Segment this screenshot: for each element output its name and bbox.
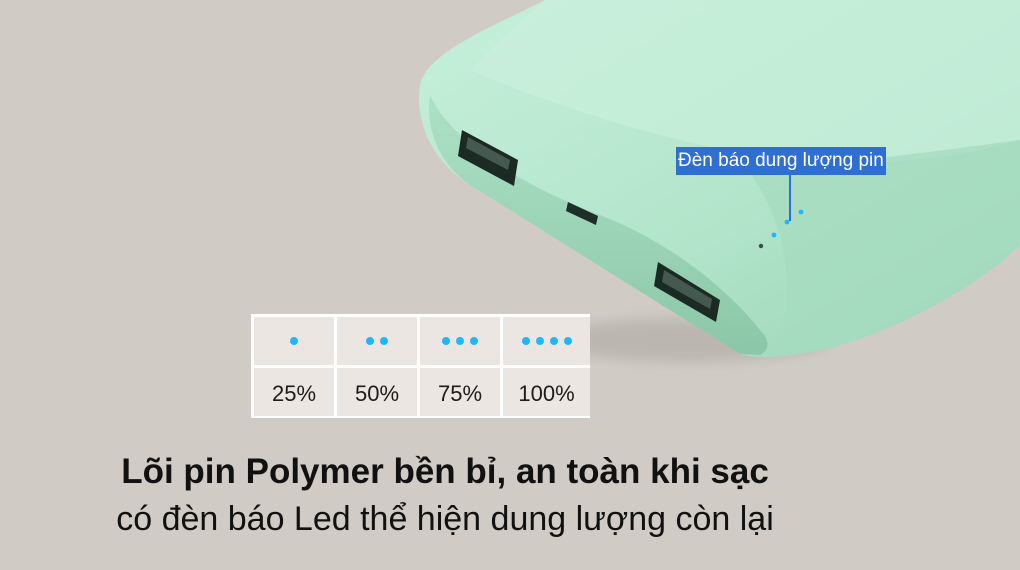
level-dots-25 <box>254 317 334 365</box>
level-label-75: 75% <box>420 368 500 416</box>
level-dots-75 <box>420 317 500 365</box>
led-dots <box>366 337 388 345</box>
led-dot <box>366 337 374 345</box>
led-dot <box>442 337 450 345</box>
level-dots-50 <box>337 317 417 365</box>
callout-leader-line <box>789 175 791 221</box>
level-label-100: 100% <box>503 368 590 416</box>
led-dot <box>380 337 388 345</box>
level-label-50: 50% <box>337 368 417 416</box>
led-dot <box>549 337 558 345</box>
led-dots <box>442 337 478 345</box>
caption-subtitle: có đèn báo Led thể hiện dung lượng còn l… <box>116 500 774 538</box>
led-dot <box>521 337 530 345</box>
led-dots <box>290 337 298 345</box>
level-label-25: 25% <box>254 368 334 416</box>
battery-level-table: 25% 50% 75% 100% <box>251 314 590 418</box>
led-dot <box>470 337 478 345</box>
led-dot <box>456 337 464 345</box>
led-dot <box>290 337 298 345</box>
level-dots-100 <box>503 317 590 365</box>
led-dot <box>535 337 544 345</box>
led-dots <box>521 337 572 345</box>
led-dot <box>563 337 572 345</box>
led-callout-label: Đèn báo dung lượng pin <box>676 147 886 175</box>
caption-title: Lõi pin Polymer bền bỉ, an toàn khi sạc <box>121 452 769 491</box>
